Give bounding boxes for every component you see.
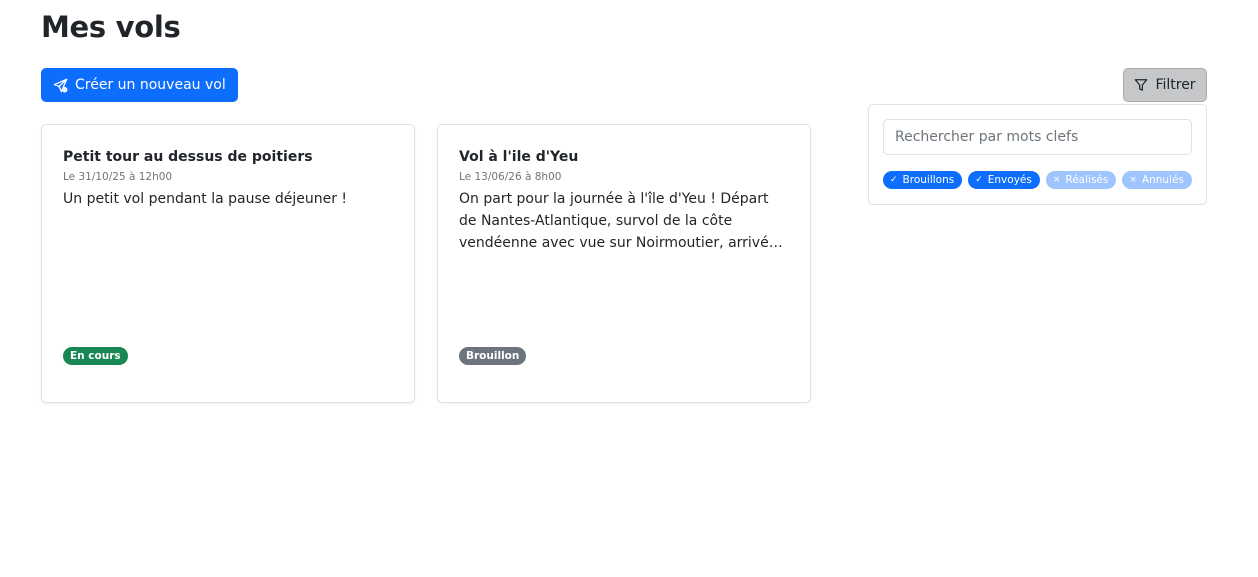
status-badge: En cours: [63, 347, 128, 365]
chip-label: Brouillons: [902, 174, 955, 186]
filter-label: Filtrer: [1155, 77, 1196, 93]
page-title: Mes vols: [41, 10, 181, 44]
status-badge: Brouillon: [459, 347, 527, 365]
flight-card[interactable]: Vol à l'ile d'Yeu Le 13/06/26 à 8h00 On …: [437, 124, 811, 403]
funnel-icon: [1134, 78, 1148, 92]
x-icon: ×: [1129, 175, 1137, 185]
search-input[interactable]: [883, 119, 1192, 155]
flight-card[interactable]: Petit tour au dessus de poitiers Le 31/1…: [41, 124, 415, 403]
flight-description: On part pour la journée à l'île d'Yeu ! …: [459, 191, 778, 251]
chip-annules[interactable]: × Annulés: [1122, 171, 1192, 189]
flight-description: Un petit vol pendant la pause déjeuner !: [63, 191, 348, 207]
page: Mes vols Créer un nouveau vol Filtrer Pe…: [0, 0, 1258, 577]
filter-button[interactable]: Filtrer: [1123, 68, 1207, 102]
create-flight-button[interactable]: Créer un nouveau vol: [41, 68, 238, 102]
chip-label: Envoyés: [987, 174, 1032, 186]
paper-plane-icon: [53, 78, 68, 93]
flight-description-wrapper: On part pour la journée à l'île d'Yeu ! …: [459, 188, 789, 254]
chip-label: Annulés: [1141, 174, 1184, 186]
create-flight-label: Créer un nouveau vol: [75, 77, 226, 93]
flight-title: Petit tour au dessus de poitiers: [63, 149, 313, 165]
flight-title: Vol à l'ile d'Yeu: [459, 149, 579, 165]
chip-envoyes[interactable]: ✓ Envoyés: [968, 171, 1040, 189]
status-filter-chips: ✓ Brouillons ✓ Envoyés × Réalisés × Annu…: [883, 171, 1192, 189]
flight-date: Le 31/10/25 à 12h00: [63, 171, 173, 183]
chip-brouillons[interactable]: ✓ Brouillons: [883, 171, 963, 189]
chip-realises[interactable]: × Réalisés: [1045, 171, 1117, 189]
check-icon: ✓: [975, 175, 983, 185]
flight-date: Le 13/06/26 à 8h00: [459, 171, 562, 183]
check-icon: ✓: [890, 175, 898, 185]
chip-label: Réalisés: [1065, 174, 1109, 186]
filter-panel: ✓ Brouillons ✓ Envoyés × Réalisés × Annu…: [868, 104, 1207, 205]
x-icon: ×: [1052, 175, 1061, 185]
